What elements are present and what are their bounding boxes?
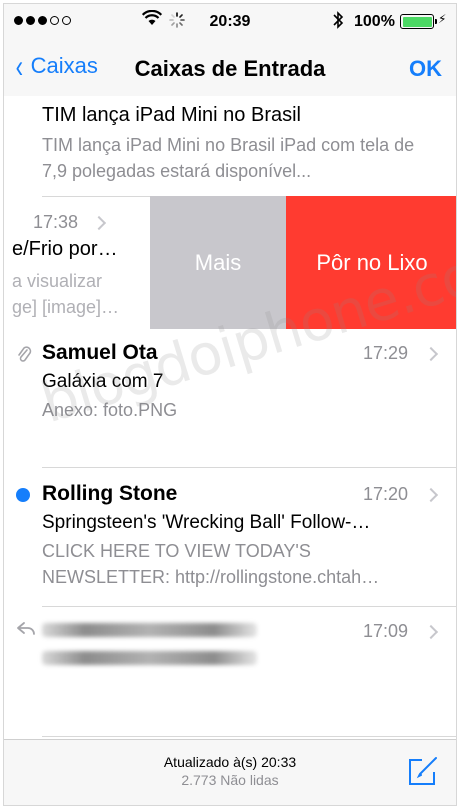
message-subject: TIM lança iPad Mini no Brasil: [42, 104, 301, 126]
message-subject: Springsteen's 'Wrecking Ball' Follow-…: [42, 512, 371, 533]
message-time: 17:09: [362, 621, 408, 641]
message-row[interactable]: Rolling Stone 17:20 Springsteen's 'Wreck…: [4, 468, 456, 608]
message-row[interactable]: TIM lança iPad Mini no Brasil TIM lança …: [4, 96, 456, 196]
message-row[interactable]: Samuel Ota 17:29 Galáxia com 7 Anexo: fo…: [4, 329, 456, 468]
paperclip-icon: [18, 346, 32, 362]
message-sender: Rolling Stone: [42, 482, 178, 505]
ok-button[interactable]: OK: [409, 56, 442, 82]
redacted-sender: [42, 623, 257, 637]
charging-bolt-icon: ⚡: [438, 12, 447, 26]
message-preview: CLICK HERE TO VIEW TODAY'S NEWSLETTER: h…: [42, 541, 380, 587]
status-bar: 20:39 100% ⚡: [4, 4, 456, 40]
mail-screen: 20:39 100% ⚡ ‹ Caixas Caixas de Entrada …: [3, 3, 457, 806]
message-row-swiped[interactable]: 17:38 e/Frio por… a visualizar ge] [imag…: [4, 196, 456, 329]
more-button[interactable]: Mais: [150, 196, 286, 329]
swiped-row-content[interactable]: 17:38 e/Frio por… a visualizar ge] [imag…: [4, 196, 154, 329]
row-divider: [42, 736, 456, 737]
message-preview: TIM lança iPad Mini no Brasil iPad com t…: [42, 135, 415, 181]
compose-icon[interactable]: [406, 754, 440, 788]
bluetooth-icon: [333, 11, 344, 29]
updated-status: Atualizado à(s) 20:33: [163, 754, 297, 770]
trash-button[interactable]: Pôr no Lixo: [286, 196, 456, 329]
replied-arrow-icon: [17, 622, 35, 635]
message-subject: e/Frio por…: [12, 238, 118, 260]
unread-dot-icon: [16, 488, 30, 502]
chevron-right-icon: [423, 487, 439, 503]
message-row[interactable]: 17:09: [4, 607, 456, 727]
chevron-right-icon: [91, 215, 107, 231]
message-preview: ge] [image]…: [12, 297, 120, 317]
redacted-subject: [42, 651, 257, 665]
battery-icon: [400, 14, 437, 29]
message-preview: a visualizar: [12, 271, 103, 291]
message-subject: Galáxia com 7: [42, 371, 164, 392]
chevron-right-icon: [423, 346, 439, 362]
unread-count: 2.773 Não lidas: [181, 772, 279, 788]
navigation-bar: ‹ Caixas Caixas de Entrada OK: [4, 40, 456, 96]
message-time: 17:38: [32, 212, 78, 232]
message-time: 17:29: [362, 343, 408, 363]
message-sender: Samuel Ota: [42, 341, 158, 364]
page-title: Caixas de Entrada: [134, 56, 326, 81]
message-preview: Anexo: foto.PNG: [42, 400, 178, 420]
message-time: 17:20: [362, 484, 408, 504]
chevron-right-icon: [423, 624, 439, 640]
bottom-toolbar: Atualizado à(s) 20:33 2.773 Não lidas: [4, 739, 456, 805]
battery-percent: 100%: [354, 13, 395, 30]
